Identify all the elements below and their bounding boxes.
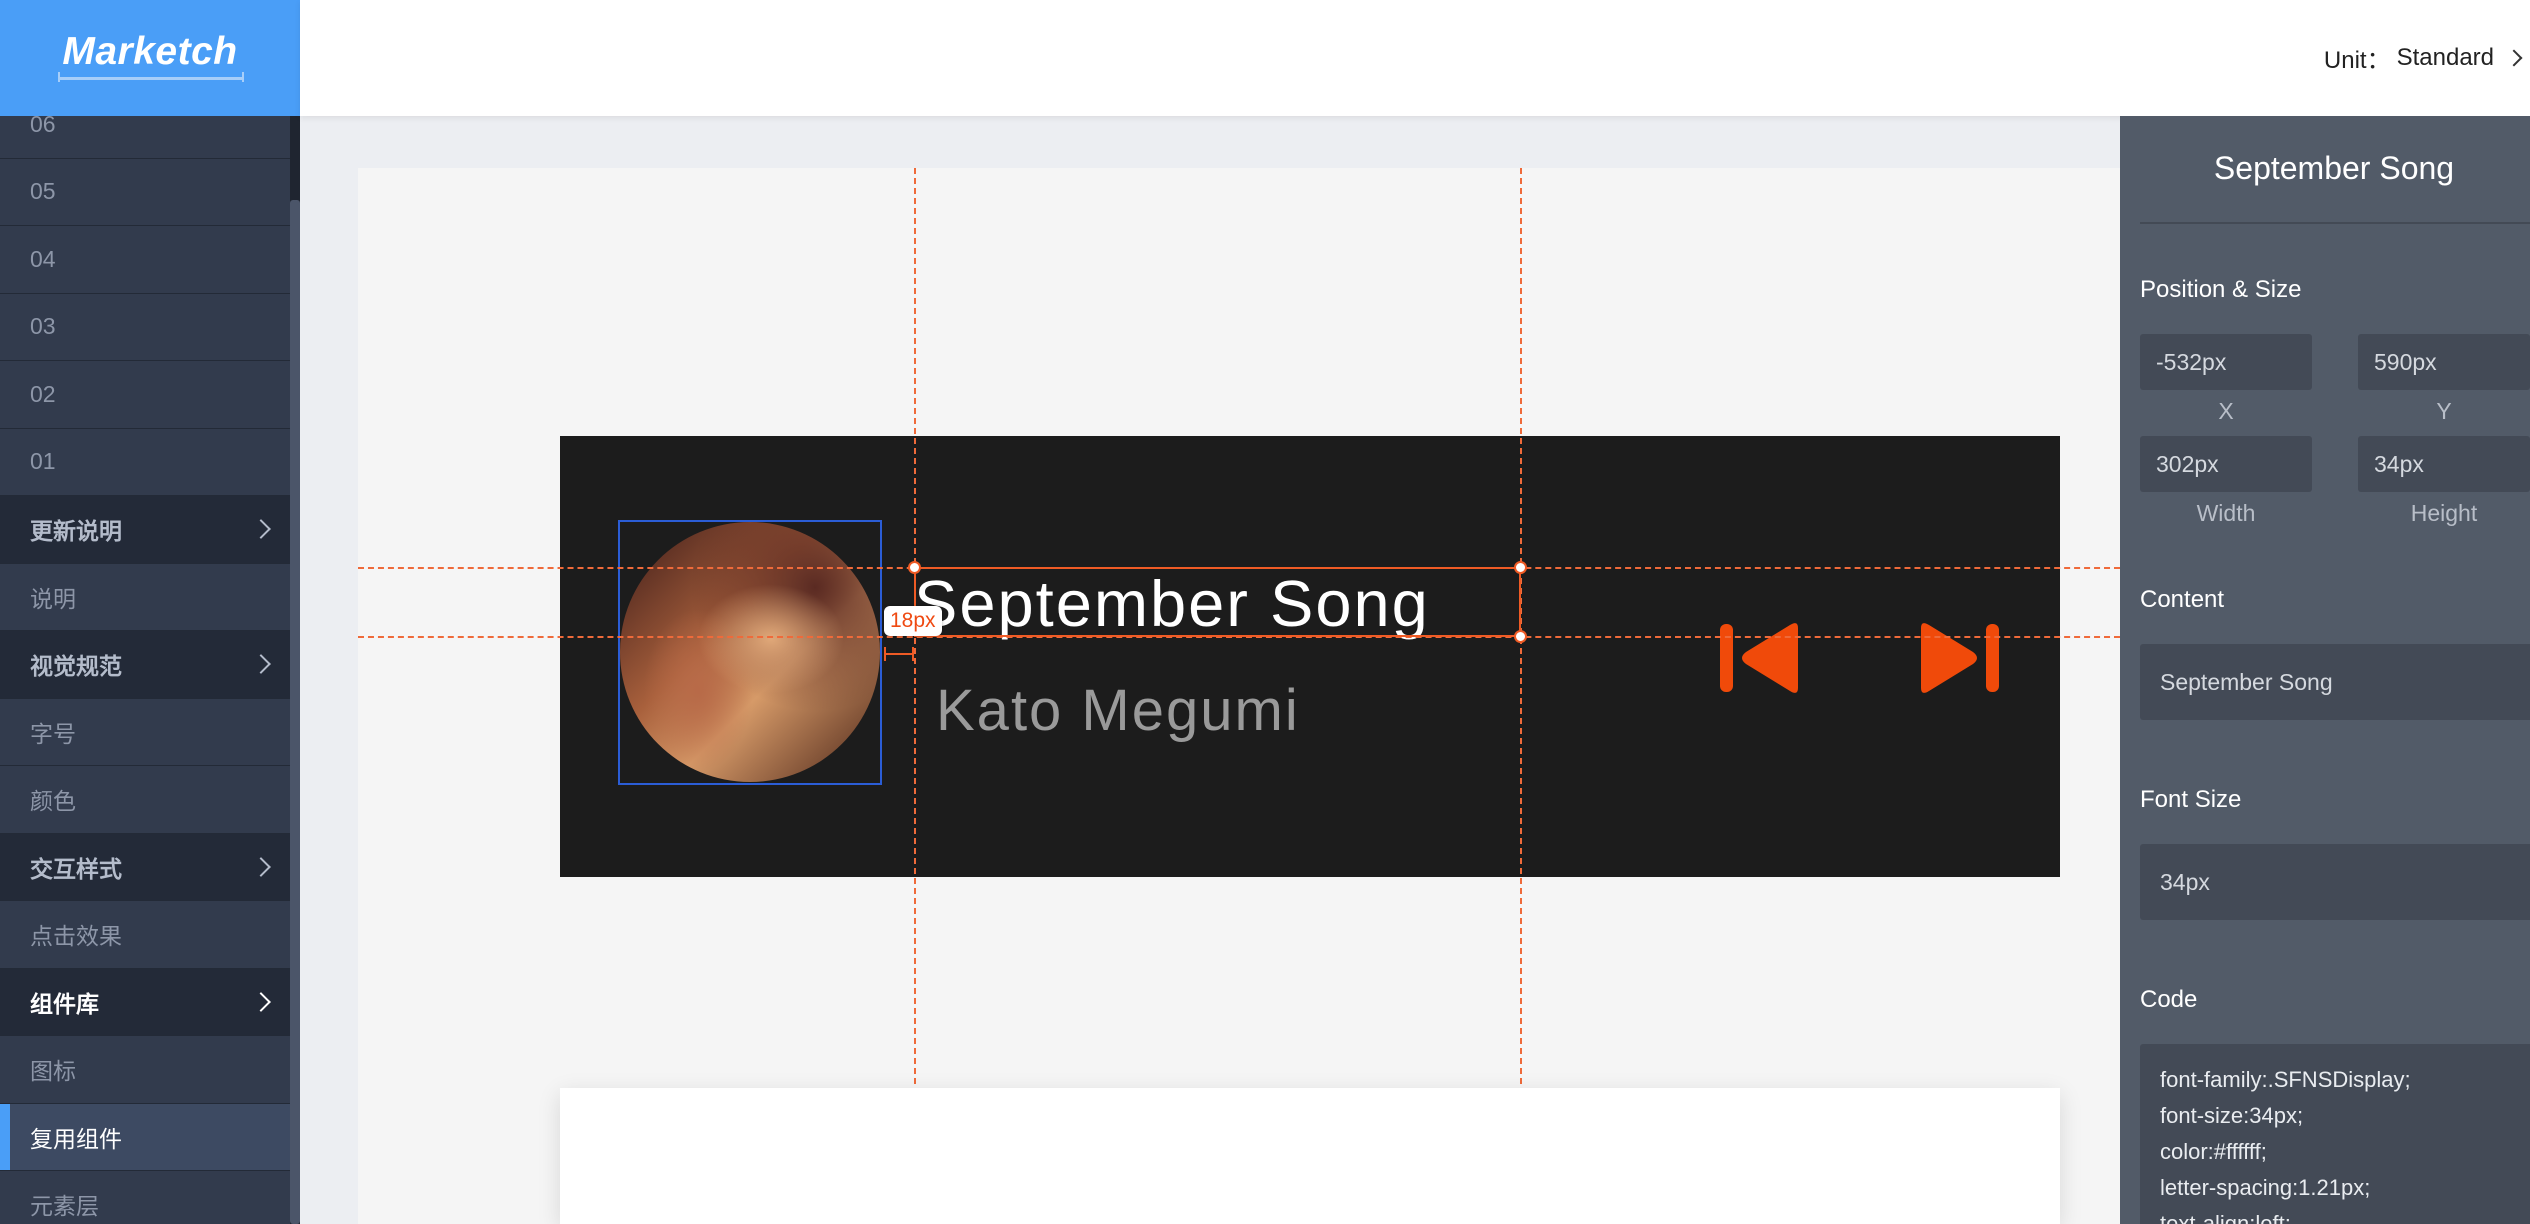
sidebar-section-label: 视觉规范: [30, 653, 122, 680]
sidebar-section-interaction[interactable]: 交互样式: [0, 833, 290, 901]
song-artist-text[interactable]: Kato Megumi: [936, 682, 1300, 740]
sidebar-item-notes[interactable]: 说明: [0, 563, 290, 631]
unit-selector[interactable]: Unit： Standard: [2323, 40, 2523, 75]
panel-title: September Song: [2213, 150, 2455, 186]
code-line: letter-spacing:1.21px;: [2160, 1175, 2371, 1200]
guide-line-vertical: [914, 168, 916, 1224]
sidebar-section-update-notes[interactable]: 更新说明: [0, 496, 290, 564]
sidebar-scrollbar-thumb[interactable]: [290, 200, 300, 1224]
font-size-field[interactable]: 34px: [2140, 844, 2530, 920]
sidebar-item-label: 点击效果: [30, 923, 122, 950]
spacing-measure: [884, 647, 914, 661]
sidebar-section-label: 组件库: [30, 990, 99, 1017]
content-heading: Content: [2140, 586, 2225, 613]
skip-previous-icon[interactable]: [1718, 620, 1802, 696]
x-field[interactable]: -532px: [2140, 334, 2312, 390]
selection-handle[interactable]: [1514, 561, 1527, 574]
sidebar-item-label: 字号: [30, 720, 76, 747]
sidebar-item-01[interactable]: 01: [0, 428, 290, 496]
sidebar-item-layers[interactable]: 元素层: [0, 1171, 290, 1224]
height-field[interactable]: 34px: [2358, 436, 2530, 492]
sidebar-item-icons[interactable]: 图标: [0, 1036, 290, 1104]
sidebar-item-label: 复用组件: [30, 1125, 122, 1152]
code-block[interactable]: font-family:.SFNSDisplay; font-size:34px…: [2140, 1044, 2530, 1224]
y-caption: Y: [2436, 398, 2452, 424]
y-field[interactable]: 590px: [2358, 334, 2530, 390]
hover-outline: [618, 520, 882, 785]
chevron-right-icon: [251, 991, 271, 1012]
unit-value: Standard: [2396, 43, 2494, 71]
spacing-label: 18px: [884, 606, 942, 636]
sidebar-item-label: 颜色: [30, 788, 76, 815]
chevron-right-icon: [251, 856, 271, 877]
sidebar-section-components[interactable]: 组件库: [0, 968, 290, 1036]
code-line: font-size:34px;: [2160, 1103, 2304, 1128]
position-size-heading: Position & Size: [2140, 276, 2302, 303]
sidebar-item-label: 04: [30, 245, 56, 272]
sidebar-item-label: 05: [30, 178, 56, 205]
height-caption: Height: [2410, 500, 2478, 526]
divider: [2140, 222, 2530, 224]
width-field[interactable]: 302px: [2140, 436, 2312, 492]
sidebar-item-click-effect[interactable]: 点击效果: [0, 901, 290, 969]
selection-handle[interactable]: [908, 561, 921, 574]
component-card[interactable]: [560, 1088, 2060, 1224]
chevron-right-icon: [251, 654, 271, 675]
selection-handle[interactable]: [1514, 630, 1527, 643]
sidebar-item-label: 图标: [30, 1058, 76, 1085]
code-heading: Code: [2140, 986, 2198, 1013]
code-line: font-family:.SFNSDisplay;: [2160, 1067, 2411, 1092]
top-bar: Unit： Standard: [300, 0, 2530, 116]
chevron-right-icon: [2505, 49, 2523, 66]
sidebar-item-reusable-components[interactable]: 复用组件: [0, 1103, 290, 1171]
inspector-panel: September Song Position & Size -532px X …: [2120, 116, 2530, 1224]
logo-ruler-icon: [58, 72, 244, 82]
chevron-right-icon: [251, 519, 271, 540]
sidebar-item-font-size[interactable]: 字号: [0, 698, 290, 766]
code-line: color:#ffffff;: [2160, 1139, 2267, 1164]
sidebar-item-label: 02: [30, 380, 56, 407]
logo-text: Marketch: [62, 30, 238, 73]
selection-box[interactable]: [914, 567, 1521, 637]
sidebar-section-label: 更新说明: [30, 518, 122, 545]
sidebar-item-label: 元素层: [30, 1193, 99, 1220]
sidebar: 06 05 04 03 02 01 更新说明 说明 视觉规范 字号 颜色 交互样…: [0, 0, 300, 1224]
sidebar-item-05[interactable]: 05: [0, 158, 290, 226]
sidebar-section-label: 交互样式: [30, 855, 122, 882]
skip-next-icon[interactable]: [1917, 620, 2001, 696]
content-field[interactable]: September Song: [2140, 644, 2530, 720]
width-caption: Width: [2196, 500, 2256, 526]
sidebar-item-colors[interactable]: 颜色: [0, 766, 290, 834]
font-size-heading: Font Size: [2140, 786, 2242, 813]
sidebar-item-04[interactable]: 04: [0, 226, 290, 294]
sidebar-item-label: 说明: [30, 585, 76, 612]
x-caption: X: [2218, 398, 2234, 424]
code-line: text-align:left;: [2160, 1211, 2291, 1224]
guide-line-vertical: [1520, 168, 1522, 1224]
sidebar-item-label: 01: [30, 448, 56, 475]
unit-label: Unit：: [2323, 47, 2391, 74]
sidebar-item-03[interactable]: 03: [0, 293, 290, 361]
sidebar-section-visual-spec[interactable]: 视觉规范: [0, 631, 290, 699]
logo[interactable]: Marketch: [0, 0, 300, 116]
sidebar-item-02[interactable]: 02: [0, 361, 290, 429]
sidebar-menu: 06 05 04 03 02 01 更新说明 说明 视觉规范 字号 颜色 交互样…: [0, 91, 290, 1224]
sidebar-item-label: 03: [30, 313, 56, 340]
